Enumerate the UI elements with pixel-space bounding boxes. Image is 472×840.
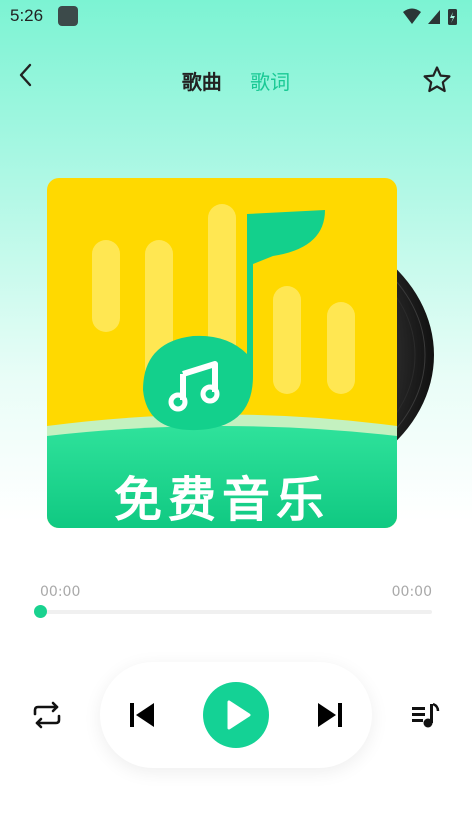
status-time: 5:26 (10, 6, 44, 25)
progress-track[interactable] (34, 605, 432, 618)
star-icon[interactable] (422, 65, 452, 95)
tab-bar: 歌曲 歌词 (0, 66, 472, 95)
current-time: 00:00 (40, 584, 81, 600)
wifi-icon (403, 8, 421, 24)
album-cover: 免费音乐 (47, 178, 397, 528)
total-time: 00:00 (391, 584, 432, 600)
play-button[interactable] (203, 682, 269, 748)
tab-song[interactable]: 歌曲 (182, 66, 222, 95)
previous-icon[interactable] (125, 698, 159, 732)
status-icons (403, 8, 457, 25)
next-icon[interactable] (313, 698, 347, 732)
notification-icon (58, 6, 78, 26)
tab-lyrics[interactable]: 歌词 (250, 66, 290, 95)
repeat-icon[interactable] (30, 698, 64, 732)
signal-icon (428, 10, 440, 24)
play-icon (227, 700, 251, 730)
playlist-icon[interactable] (408, 698, 442, 732)
cover-title: 免费音乐 (113, 472, 330, 528)
progress-thumb[interactable] (34, 605, 47, 618)
status-bar: 5:26 (0, 0, 472, 32)
